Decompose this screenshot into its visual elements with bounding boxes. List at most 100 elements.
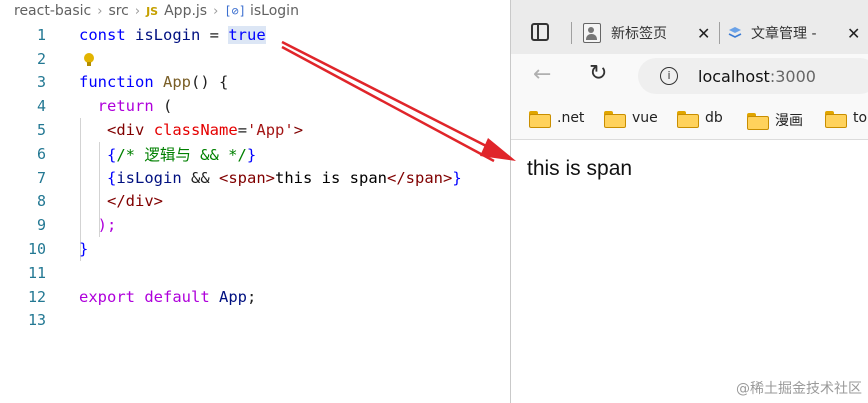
code-line: 2: [0, 47, 520, 71]
tab-divider: [719, 22, 720, 44]
code-line: 3 function App() {: [0, 71, 520, 95]
jsx-attribute: className: [153, 121, 238, 140]
keyword: const: [79, 25, 126, 44]
chevron-right-icon: ›: [97, 3, 103, 19]
breadcrumb-folder[interactable]: react-basic: [14, 3, 91, 19]
brace: }: [246, 145, 257, 164]
watermark: @稀土掘金技术社区: [736, 381, 862, 397]
close-icon[interactable]: ✕: [697, 24, 710, 43]
string-literal: 'App': [247, 121, 294, 140]
identifier: isLogin: [116, 168, 182, 187]
tab-new-tab[interactable]: 新标签页: [583, 18, 667, 48]
line-number: 6: [36, 144, 46, 163]
line-number: 13: [27, 311, 46, 330]
url-text[interactable]: localhost:3000: [698, 67, 816, 86]
brace: {: [107, 168, 117, 187]
comment: /* 逻辑与 && */: [116, 145, 247, 164]
address-bar[interactable]: i localhost:3000: [638, 58, 868, 94]
jsx-bracket: </: [107, 192, 126, 211]
jsx-bracket: >: [153, 192, 164, 211]
punctuation: );: [97, 216, 117, 235]
folder-icon: [825, 110, 847, 128]
punctuation: ;: [247, 287, 257, 306]
code-area[interactable]: 1 const isLogin = true 2 3 function App(…: [0, 23, 520, 332]
bookmark-label: 漫画: [775, 113, 803, 129]
folder-icon: [529, 110, 551, 128]
identifier: App: [219, 287, 248, 306]
jsx-tag: span: [405, 168, 443, 187]
folder-icon: [677, 110, 699, 128]
breadcrumb-subfolder[interactable]: src: [108, 3, 128, 19]
bookmark-label: db: [705, 110, 723, 126]
reload-icon[interactable]: ↻: [589, 61, 607, 86]
info-icon[interactable]: i: [660, 67, 678, 85]
jsx-bracket: >: [293, 121, 304, 140]
operator: =: [200, 25, 229, 44]
lightbulb-icon[interactable]: [84, 53, 94, 67]
bookmark-folder[interactable]: .net: [529, 110, 585, 128]
code-line: 10 }: [0, 237, 520, 261]
jsx-bracket: >: [443, 168, 453, 187]
bookmark-label: to: [853, 110, 868, 126]
line-number: 12: [27, 287, 46, 306]
rendered-span: this is span: [527, 157, 633, 180]
tab-actions-icon[interactable]: [531, 23, 549, 41]
function-name: App: [163, 73, 191, 92]
breadcrumb-symbol[interactable]: isLogin: [250, 3, 299, 19]
bookmark-label: vue: [632, 110, 658, 126]
jsx-bracket: >: [265, 168, 276, 187]
code-line: 13: [0, 309, 520, 333]
brace: }: [452, 168, 462, 187]
punctuation: (: [153, 97, 173, 116]
line-number: 1: [36, 25, 46, 44]
line-number: 11: [27, 263, 46, 282]
bookmark-folder[interactable]: to: [825, 110, 868, 128]
code-line: 11: [0, 261, 520, 285]
line-number: 3: [36, 73, 46, 92]
breadcrumb: react-basic › src › JS App.js › [⊘] isLo…: [14, 2, 299, 20]
close-icon[interactable]: ✕: [847, 24, 860, 43]
bookmark-folder[interactable]: vue: [604, 110, 658, 128]
bookmark-folder[interactable]: 漫画: [747, 110, 803, 130]
javascript-file-icon: JS: [146, 4, 159, 18]
keyword: function: [79, 73, 154, 92]
jsx-tag: span: [228, 168, 266, 187]
chevron-right-icon: ›: [134, 3, 141, 19]
code-line: 7 {isLogin && <span>this is span</span>}: [0, 166, 520, 190]
operator: =: [237, 121, 248, 140]
line-number: 10: [27, 240, 46, 259]
bookmark-label: .net: [557, 110, 585, 126]
folder-icon: [747, 112, 769, 130]
keyword: export: [79, 287, 135, 306]
chevron-right-icon: ›: [213, 3, 219, 19]
code-line: 12 export default App;: [0, 285, 520, 309]
browser-window: 新标签页 ✕ 文章管理 - ✕ ← ↻ i localhost:3000 .ne…: [510, 0, 868, 403]
browser-toolbar: ← ↻ i localhost:3000: [511, 54, 868, 100]
punctuation: () {: [191, 73, 229, 92]
tab-label: 新标签页: [611, 26, 667, 42]
document-logo-icon: [728, 27, 742, 38]
tab-strip: 新标签页 ✕ 文章管理 - ✕: [511, 0, 868, 54]
back-arrow-icon[interactable]: ←: [533, 62, 551, 87]
page-content: this is span: [511, 141, 868, 403]
line-number: 4: [36, 97, 46, 116]
code-editor: react-basic › src › JS App.js › [⊘] isLo…: [0, 0, 520, 403]
code-line: 8 </div>: [0, 190, 520, 214]
jsx-tag: div: [125, 192, 154, 211]
tab-divider: [571, 22, 572, 44]
bookmark-folder[interactable]: db: [677, 110, 723, 128]
folder-icon: [604, 110, 626, 128]
code-line: 5 <div className='App'>: [0, 118, 520, 142]
tab-article-manage[interactable]: 文章管理 -: [727, 18, 817, 48]
line-number: 5: [36, 121, 46, 140]
jsx-bracket: <: [107, 121, 117, 140]
jsx-bracket: <: [219, 168, 229, 187]
code-line: 9 );: [0, 213, 520, 237]
code-line: 1 const isLogin = true: [0, 23, 520, 47]
breadcrumb-file[interactable]: App.js: [164, 3, 207, 19]
line-number: 2: [36, 49, 46, 68]
bookmarks-bar: .net vue db 漫画 to: [511, 100, 868, 140]
code-line: 6 {/* 逻辑与 && */}: [0, 142, 520, 166]
identifier: isLogin: [135, 25, 201, 44]
code-line: 4 return (: [0, 94, 520, 118]
